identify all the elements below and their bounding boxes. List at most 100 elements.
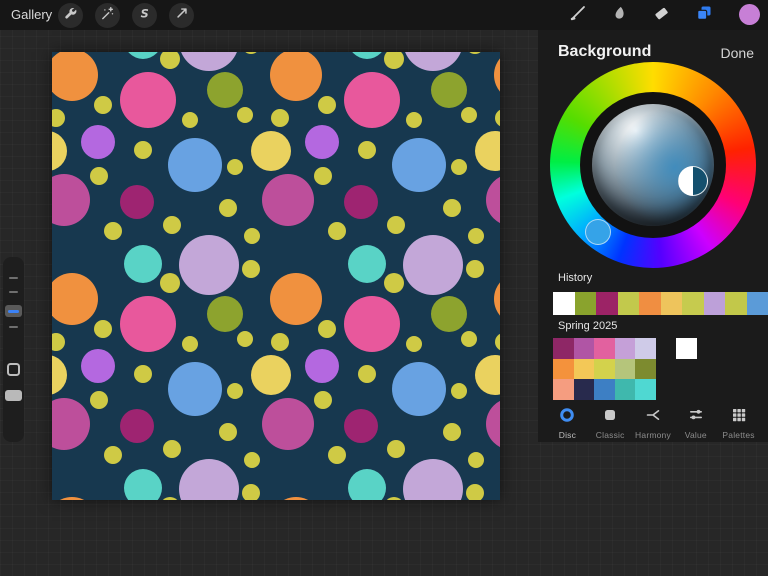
palette-swatch[interactable] xyxy=(573,379,594,400)
history-swatch[interactable] xyxy=(617,292,639,315)
palette-empty-slot xyxy=(697,359,718,380)
palette-swatch[interactable] xyxy=(676,338,697,359)
palette-swatch[interactable] xyxy=(553,379,574,400)
history-swatch[interactable] xyxy=(682,292,704,315)
active-color-button[interactable] xyxy=(739,4,760,25)
history-swatch[interactable] xyxy=(596,292,618,315)
tab-palettes[interactable]: Palettes xyxy=(717,404,760,440)
pattern-circle xyxy=(94,96,112,114)
pattern-circle xyxy=(244,452,260,468)
tab-classic[interactable]: Classic xyxy=(589,404,632,440)
gallery-button[interactable]: Gallery xyxy=(11,0,52,30)
modify-button[interactable] xyxy=(7,363,20,376)
pattern-circle xyxy=(348,52,386,59)
palette-empty-slot xyxy=(656,359,677,380)
pattern-circle xyxy=(237,331,253,347)
palette-swatch[interactable] xyxy=(614,358,635,380)
pattern-circle xyxy=(466,260,484,278)
hue-ring[interactable] xyxy=(550,62,756,268)
palette-grid xyxy=(553,338,758,400)
transform-button[interactable] xyxy=(169,3,194,28)
palette-swatch[interactable] xyxy=(573,358,594,380)
pattern-circle xyxy=(431,296,467,332)
magic-wand-icon xyxy=(100,6,115,26)
pattern-circle xyxy=(271,109,289,127)
history-swatch[interactable] xyxy=(574,292,596,315)
palette-swatch[interactable] xyxy=(594,338,615,359)
history-swatch[interactable] xyxy=(660,292,682,315)
history-swatch[interactable] xyxy=(639,292,661,315)
layers-button[interactable] xyxy=(692,4,715,27)
pattern-circle xyxy=(384,497,404,500)
palette-swatch[interactable] xyxy=(553,358,574,380)
opacity-slider-handle[interactable] xyxy=(5,390,22,401)
done-button[interactable]: Done xyxy=(721,45,754,61)
palette-swatch[interactable] xyxy=(573,338,594,359)
palette-swatch[interactable] xyxy=(594,379,615,400)
pattern-circle xyxy=(52,52,98,101)
palette-swatch[interactable] xyxy=(614,338,635,359)
smudge-finger-icon xyxy=(611,5,628,27)
pattern-circle xyxy=(182,112,198,128)
hue-handle[interactable] xyxy=(585,219,611,245)
selection-button[interactable]: S xyxy=(132,3,157,28)
pattern-circle xyxy=(314,391,332,409)
palette-swatch[interactable] xyxy=(594,358,615,380)
brush-button[interactable] xyxy=(566,4,589,27)
pattern-circle xyxy=(403,52,463,71)
palette-swatch[interactable] xyxy=(635,338,656,359)
pattern-circle xyxy=(318,96,336,114)
pattern-circle xyxy=(168,138,222,192)
actions-button[interactable] xyxy=(58,3,83,28)
pattern-circle xyxy=(475,131,500,171)
pattern-circle xyxy=(52,273,98,325)
palette-swatch[interactable] xyxy=(635,379,656,400)
pattern-circle xyxy=(387,216,405,234)
history-swatch[interactable] xyxy=(725,292,747,315)
palette-swatch[interactable] xyxy=(553,338,574,359)
eraser-button[interactable] xyxy=(650,4,673,27)
tab-disc[interactable]: Disc xyxy=(546,404,589,440)
tab-value[interactable]: Value xyxy=(674,404,717,440)
palette-empty-slot xyxy=(697,338,718,359)
history-swatches xyxy=(553,292,768,315)
saturation-sphere[interactable] xyxy=(592,104,714,226)
pattern-circle xyxy=(495,109,500,127)
history-swatch[interactable] xyxy=(703,292,725,315)
pattern-circle xyxy=(314,167,332,185)
pattern-circle xyxy=(328,446,346,464)
pattern-circle xyxy=(52,131,67,171)
pattern-circle xyxy=(242,260,260,278)
palette-swatch[interactable] xyxy=(635,358,656,380)
svg-text:S: S xyxy=(141,7,149,20)
history-swatch[interactable] xyxy=(553,292,575,315)
pattern-circle xyxy=(468,228,484,244)
canvas[interactable] xyxy=(52,52,500,500)
palette-label: Spring 2025 xyxy=(558,320,618,332)
pattern-circle xyxy=(344,72,400,128)
top-toolbar: Gallery S xyxy=(0,0,768,30)
pattern-circle xyxy=(358,365,376,383)
pattern-circle xyxy=(124,469,162,500)
size-slider-handle[interactable] xyxy=(5,305,22,317)
pattern-circle xyxy=(179,235,239,295)
pattern-circle xyxy=(318,320,336,338)
smudge-button[interactable] xyxy=(608,4,631,27)
pattern-circle xyxy=(52,355,67,395)
pattern-circle xyxy=(262,174,314,226)
pattern-circle xyxy=(392,138,446,192)
pattern-circle xyxy=(305,125,339,159)
pattern-circle xyxy=(262,398,314,450)
palette-swatch[interactable] xyxy=(614,379,635,400)
tab-harmony[interactable]: Harmony xyxy=(632,404,675,440)
pattern-circle xyxy=(81,125,115,159)
pattern-circle xyxy=(219,423,237,441)
saturation-selector[interactable] xyxy=(678,166,708,196)
palette-empty-slot xyxy=(738,359,759,380)
layers-icon xyxy=(695,4,713,27)
history-swatch[interactable] xyxy=(746,292,768,315)
pattern-circle xyxy=(104,446,122,464)
tab-label: Classic xyxy=(595,430,625,440)
adjustments-button[interactable] xyxy=(95,3,120,28)
pattern-circle xyxy=(451,159,467,175)
